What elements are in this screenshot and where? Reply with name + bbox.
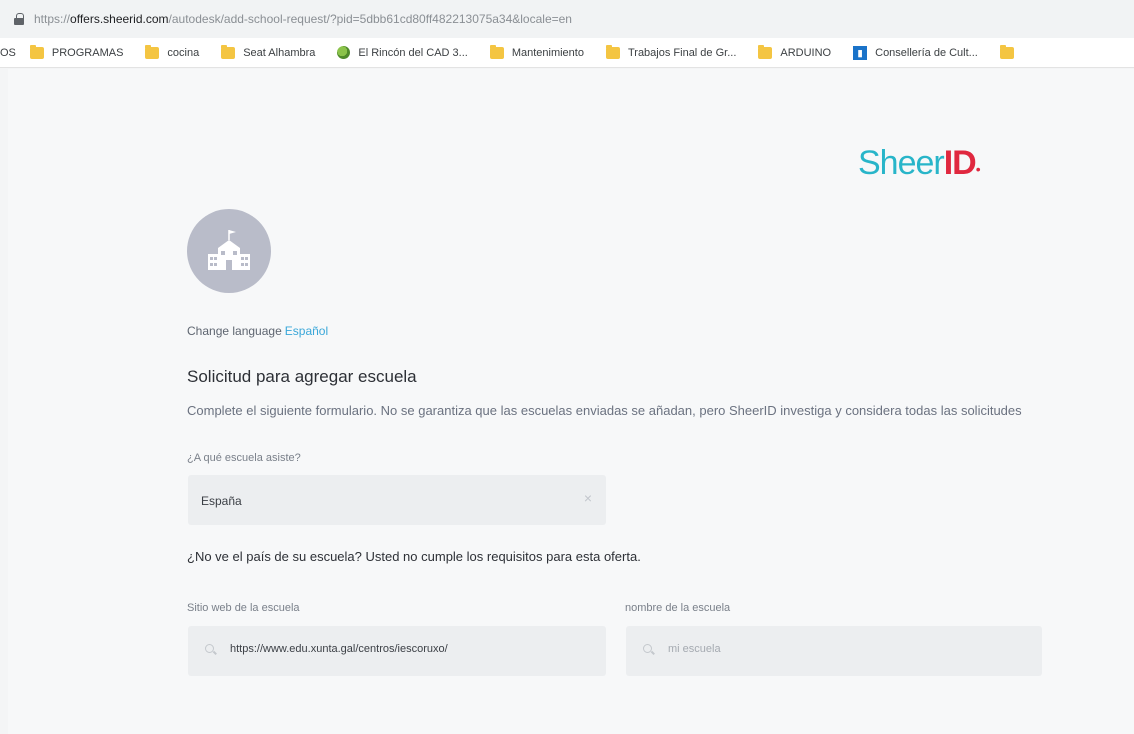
eligibility-notice: ¿No ve el país de su escuela? Usted no c… bbox=[187, 549, 641, 564]
logo-mark: • bbox=[975, 161, 981, 177]
search-icon bbox=[205, 644, 214, 653]
bookmark-programas[interactable]: PROGRAMAS bbox=[29, 44, 124, 59]
language-link[interactable]: Español bbox=[285, 324, 328, 338]
folder-icon bbox=[605, 44, 620, 59]
logo-id-text: ID bbox=[943, 144, 977, 182]
bookmark-label: Trabajos Final de Gr... bbox=[627, 46, 737, 59]
folder-icon bbox=[29, 44, 44, 59]
folder-icon bbox=[758, 44, 773, 59]
bookmark-label: ARDUINO bbox=[780, 46, 832, 59]
folder-icon bbox=[145, 44, 160, 59]
change-language: Change language Español bbox=[187, 324, 328, 338]
bookmark-mantenimiento[interactable]: Mantenimiento bbox=[489, 44, 584, 59]
bookmarks-bar: OS PROGRAMAS cocina Seat Alhambra El Rin… bbox=[0, 38, 1134, 68]
bookmark-folder-cut[interactable] bbox=[999, 44, 1022, 59]
bookmark-conselleria[interactable]: ▮ Consellería de Cult... bbox=[853, 45, 978, 60]
url-prefix: https:// bbox=[34, 12, 71, 26]
plant-favicon-icon bbox=[337, 46, 351, 59]
change-language-label: Change language bbox=[187, 324, 282, 338]
browser-address-bar[interactable]: https://offers.sheerid.com/autodesk/add-… bbox=[0, 0, 1134, 38]
bookmark-label: El Rincón del CAD 3... bbox=[358, 46, 468, 59]
bookmark-seat-alhambra[interactable]: Seat Alhambra bbox=[221, 44, 316, 59]
folder-icon bbox=[489, 44, 504, 59]
bookmark-os[interactable]: OS bbox=[0, 47, 16, 59]
bookmark-cocina[interactable]: cocina bbox=[145, 44, 200, 59]
clear-icon[interactable]: × bbox=[584, 490, 592, 506]
school-avatar bbox=[187, 209, 271, 293]
form-description: Complete el siguiente formulario. No se … bbox=[187, 403, 1022, 418]
url-host: offers.sheerid.com bbox=[70, 12, 169, 26]
bookmark-label: OS bbox=[0, 46, 16, 59]
country-value: España bbox=[201, 494, 242, 508]
bookmark-label: Consellería de Cult... bbox=[875, 46, 978, 59]
search-icon bbox=[643, 644, 652, 653]
logo-sheer-text: Sheer bbox=[858, 144, 945, 182]
school-name-label: nombre de la escuela bbox=[625, 602, 731, 614]
bookmark-label: PROGRAMAS bbox=[51, 46, 124, 59]
school-name-input[interactable]: mi escuela bbox=[626, 626, 1042, 676]
website-value: https://www.edu.xunta.gal/centros/iescor… bbox=[230, 643, 448, 655]
country-label: ¿A qué escuela asiste? bbox=[187, 452, 301, 464]
bookmark-label: cocina bbox=[167, 46, 200, 59]
url-path: /autodesk/add-school-request/?pid=5dbb61… bbox=[168, 12, 572, 26]
school-name-placeholder: mi escuela bbox=[668, 643, 721, 655]
conselleria-favicon-icon: ▮ bbox=[853, 45, 868, 60]
url-text[interactable]: https://offers.sheerid.com/autodesk/add-… bbox=[34, 12, 572, 26]
lock-icon bbox=[14, 13, 24, 25]
bookmark-trabajos[interactable]: Trabajos Final de Gr... bbox=[605, 44, 737, 59]
school-building-icon bbox=[208, 230, 250, 270]
bookmark-label: Seat Alhambra bbox=[243, 46, 316, 59]
bookmark-arduino[interactable]: ARDUINO bbox=[758, 44, 832, 59]
country-select[interactable]: España × bbox=[188, 475, 606, 525]
page-title: Solicitud para agregar escuela bbox=[187, 367, 417, 386]
website-input[interactable]: https://www.edu.xunta.gal/centros/iescor… bbox=[188, 626, 606, 676]
folder-icon bbox=[221, 44, 236, 59]
bookmark-rincon-cad[interactable]: El Rincón del CAD 3... bbox=[337, 46, 468, 59]
bookmark-label: Mantenimiento bbox=[511, 46, 584, 59]
website-label: Sitio web de la escuela bbox=[187, 602, 300, 614]
folder-icon bbox=[999, 44, 1014, 59]
sheerid-logo: SheerID• bbox=[858, 144, 981, 183]
